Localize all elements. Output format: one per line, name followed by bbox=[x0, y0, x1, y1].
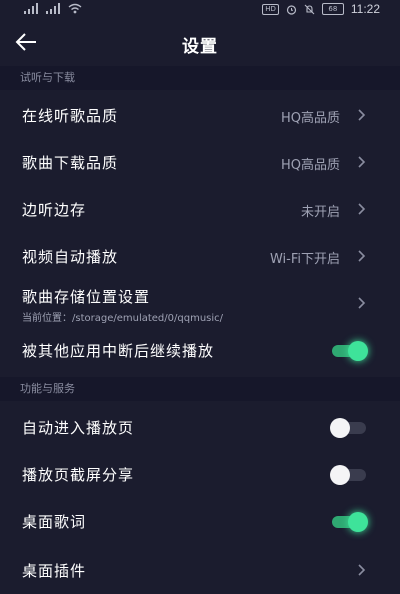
status-bar: HD 68 11:22 bbox=[0, 0, 400, 20]
setting-auto-open-player: 自动进入播放页 bbox=[0, 405, 400, 451]
section-header-features: 功能与服务 bbox=[0, 377, 400, 401]
setting-value: 未开启 bbox=[300, 205, 340, 220]
battery-icon: 68 bbox=[321, 3, 344, 15]
toggle-knob bbox=[330, 465, 350, 485]
setting-video-autoplay[interactable]: 视频自动播放 Wi-Fi下开启 bbox=[0, 234, 400, 280]
setting-label: 歌曲下载品质 bbox=[22, 154, 119, 172]
mute-icon bbox=[304, 4, 315, 14]
app-header: 设置 bbox=[0, 20, 400, 64]
setting-desktop-widget[interactable]: 桌面插件 bbox=[0, 548, 400, 594]
screenshot-share-toggle[interactable] bbox=[330, 465, 368, 485]
chevron-right-icon bbox=[358, 156, 366, 168]
toggle-knob bbox=[348, 341, 368, 361]
chevron-right-icon bbox=[358, 297, 366, 309]
page-title: 设置 bbox=[182, 37, 218, 57]
setting-download-quality[interactable]: 歌曲下载品质 HQ高品质 bbox=[0, 140, 400, 186]
setting-value: HQ高品质 bbox=[280, 111, 340, 126]
setting-label: 视频自动播放 bbox=[22, 248, 119, 266]
setting-label: 在线听歌品质 bbox=[22, 107, 119, 125]
chevron-right-icon bbox=[358, 250, 366, 262]
setting-label: 边听边存 bbox=[22, 201, 87, 219]
section-header-listen-download: 试听与下载 bbox=[0, 66, 400, 90]
auto-open-player-toggle[interactable] bbox=[330, 418, 368, 438]
clock-time: 11:22 bbox=[350, 2, 380, 16]
setting-cache-while-listen[interactable]: 边听边存 未开启 bbox=[0, 187, 400, 233]
setting-label: 自动进入播放页 bbox=[22, 419, 135, 437]
setting-value: HQ高品质 bbox=[280, 158, 340, 173]
setting-label: 桌面歌词 bbox=[22, 513, 87, 531]
setting-screenshot-share: 播放页截屏分享 bbox=[0, 452, 400, 498]
signal-icon bbox=[24, 3, 40, 14]
setting-value: Wi-Fi下开启 bbox=[269, 252, 340, 267]
chevron-right-icon bbox=[358, 203, 366, 215]
setting-resume-after-interrupt: 被其他应用中断后继续播放 bbox=[0, 328, 400, 374]
toggle-knob bbox=[348, 512, 368, 532]
chevron-right-icon bbox=[358, 109, 366, 121]
setting-storage-location[interactable]: 歌曲存储位置设置 当前位置：/storage/emulated/0/qqmusi… bbox=[0, 282, 400, 332]
wifi-icon bbox=[68, 3, 82, 14]
alarm-icon bbox=[286, 4, 296, 15]
toggle-knob bbox=[330, 418, 350, 438]
setting-label: 歌曲存储位置设置 bbox=[22, 288, 151, 306]
desktop-lyrics-toggle[interactable] bbox=[330, 512, 368, 532]
setting-desktop-lyrics: 桌面歌词 bbox=[0, 499, 400, 545]
storage-path-text: 当前位置：/storage/emulated/0/qqmusic/ bbox=[22, 313, 224, 324]
setting-label: 播放页截屏分享 bbox=[22, 466, 135, 484]
chevron-right-icon bbox=[358, 564, 366, 576]
setting-label: 被其他应用中断后继续播放 bbox=[22, 342, 215, 360]
setting-online-quality[interactable]: 在线听歌品质 HQ高品质 bbox=[0, 93, 400, 139]
signal-icon-2 bbox=[46, 3, 62, 14]
setting-label: 桌面插件 bbox=[22, 562, 87, 580]
hd-badge: HD bbox=[262, 3, 279, 15]
resume-toggle[interactable] bbox=[330, 341, 368, 361]
